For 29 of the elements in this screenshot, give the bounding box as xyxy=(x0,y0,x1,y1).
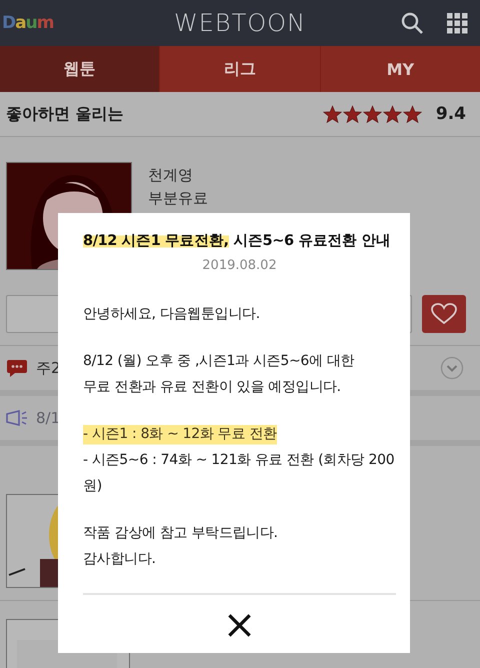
star-icon xyxy=(362,104,382,124)
author-name: 천계영 xyxy=(148,166,194,185)
star-icon xyxy=(342,104,362,124)
megaphone-icon xyxy=(6,410,28,426)
notice-text: 안녕하세요, 다음웹툰입니다. xyxy=(83,305,260,324)
close-button[interactable]: × xyxy=(218,603,260,647)
notice-text: 작품 감상에 참고 부탁드립니다. xyxy=(83,524,278,543)
notice-text: 감사합니다. xyxy=(83,550,156,569)
notice-text: 8/12 (월) 오후 중 ,시즌1과 시즌5~6에 대한 xyxy=(83,352,354,371)
notice-text: - 시즌5~6 : 74화 ~ 121화 유료 전환 (회차당 200원) xyxy=(83,451,396,496)
app-title: WEBTOON xyxy=(174,9,306,37)
menu-grid-icon[interactable] xyxy=(447,12,468,34)
comment-icon xyxy=(6,358,28,378)
notice-date: 2019.08.02 xyxy=(201,258,278,273)
logo[interactable]: Daum xyxy=(2,13,54,33)
webtoon-title: 좋아하면 울리는 xyxy=(6,104,125,124)
notice-text: 무료 전환과 유료 전환이 있을 예정입니다. xyxy=(83,378,341,397)
tab[interactable]: 웹툰 xyxy=(0,46,160,92)
star-icon xyxy=(322,104,342,124)
star-icon xyxy=(402,104,422,124)
rating-score: 9.4 xyxy=(436,104,466,124)
heart-icon xyxy=(431,303,457,325)
star-icon xyxy=(382,104,402,124)
favorite-button[interactable] xyxy=(422,295,466,333)
notice-title: 8/12 시즌1 무료전환, xyxy=(83,233,229,249)
pricing-label: 부분유료 xyxy=(148,189,208,208)
notice-preview[interactable]: 8/1 xyxy=(36,409,60,427)
search-icon[interactable] xyxy=(401,12,423,34)
notice-title: 시즌5~6 유료전환 안내 xyxy=(232,233,391,249)
